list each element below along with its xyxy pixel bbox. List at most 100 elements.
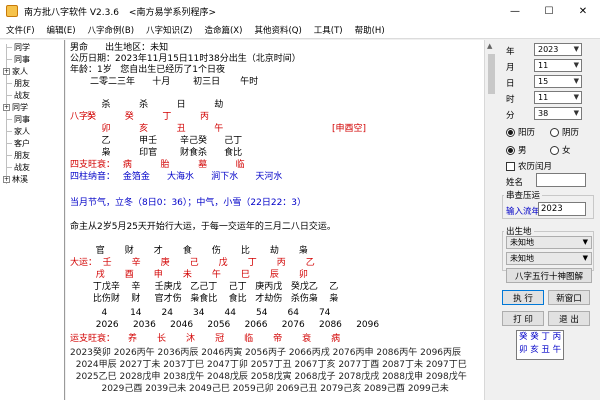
ganzhi-stems: 癸 癸 丁 丙 — [519, 332, 562, 342]
heavenly-stems-line: 癸 癸 丁 丙 — [70, 112, 209, 122]
tree-item-classmates[interactable]: 同学 — [0, 42, 30, 53]
luck-branches-line: 戌 酉 申 未 午 巳 辰 卯 — [70, 270, 308, 280]
contact-tree: 同学 同事 + 家人 朋友 战友 + 同学 同事 家人 客户 朋友 战友 + 林溪 — [0, 40, 65, 400]
tree-item-family[interactable]: + 家人 — [0, 66, 28, 77]
age-line: 年龄：1岁 您自出生已经历了1个日夜 — [70, 65, 226, 75]
expand-icon[interactable]: + — [3, 104, 10, 111]
chevron-down-icon: ▼ — [582, 238, 588, 246]
birthplace-select-2[interactable]: 未知地 ▼ — [506, 252, 592, 265]
flow-year-row: 2025乙巳 2028戊申 2038戊午 2048戊辰 2058戊寅 2068戊… — [70, 372, 467, 382]
prosperity-label: 四支旺衰： — [70, 160, 116, 170]
ten-gods-line: 杀 杀 日 劫 — [70, 100, 224, 110]
month-select[interactable]: 11 ▼ — [534, 59, 582, 72]
luck-age-line: 4 14 24 34 44 54 64 74 — [70, 308, 331, 318]
radio-selected-icon — [506, 127, 515, 137]
tree-item-comrades-2[interactable]: 战友 — [0, 162, 30, 173]
new-window-button[interactable]: 新窗口 — [548, 290, 590, 305]
expand-icon[interactable]: + — [3, 68, 10, 75]
tree-item-classmates-2[interactable]: + 同学 — [0, 102, 28, 113]
name-input[interactable] — [536, 173, 586, 187]
flow-year-row: 2029己酉 2039己未 2049己巳 2059己卯 2069己丑 2079己… — [70, 384, 449, 394]
tree-item-colleagues[interactable]: 同事 — [0, 54, 30, 65]
menu-help[interactable]: 帮助(H) — [349, 24, 391, 36]
lunar-date-line: 二零二三年 十月 初三日 午时 — [70, 77, 259, 87]
menu-edit[interactable]: 编辑(E) — [41, 24, 82, 36]
lunar-calendar-radio[interactable]: 阴历 — [550, 126, 579, 138]
birthplace-select-1[interactable]: 未知地 ▼ — [506, 236, 592, 249]
hour-select[interactable]: 11 ▼ — [534, 91, 582, 104]
solar-date-line: 公历日期：2023年11月15日11时38分出生（北京时间） — [70, 54, 301, 64]
radio-icon — [550, 127, 559, 137]
tree-item-linxi[interactable]: + 林溪 — [0, 174, 28, 185]
radio-selected-icon — [506, 145, 515, 155]
title-bar: 南方批八字软件 V2.3.6 <南方易学系列程序> — ☐ ✕ — [0, 0, 600, 22]
luck-prosperity-label: 运支旺衰： — [70, 334, 116, 344]
menu-tools[interactable]: 工具(T) — [308, 24, 349, 36]
chevron-down-icon: ▼ — [573, 45, 579, 53]
ganzhi-summary: 癸 癸 丁 丙 卯 亥 丑 午 — [516, 330, 564, 360]
expand-icon[interactable]: + — [3, 176, 10, 183]
solar-term-line: 当月节气，立冬（8日0：36）；中气，小雪（22日22：3） — [70, 198, 307, 208]
leap-month-checkbox[interactable]: 农历闰月 — [506, 160, 552, 172]
chart-output[interactable]: 男命 出生地区：未知 公历日期：2023年11月15日11时38分出生（北京时间… — [66, 40, 484, 400]
male-radio[interactable]: 男 — [506, 144, 527, 156]
vertical-scrollbar[interactable]: ▲ — [484, 40, 497, 400]
luck-prosperity-values: 养 长 沐 冠 临 帝 衰 病 — [128, 334, 341, 344]
tree-item-colleagues-2[interactable]: 同事 — [0, 114, 30, 125]
chevron-down-icon: ▼ — [573, 93, 579, 101]
menu-file[interactable]: 文件(F) — [0, 24, 41, 36]
female-radio[interactable]: 女 — [550, 144, 571, 156]
scroll-thumb[interactable] — [488, 54, 495, 94]
menu-bazi-cases[interactable]: 八字命例(B) — [82, 24, 140, 36]
tree-item-friends[interactable]: 朋友 — [0, 78, 30, 89]
hidden-gods-line: 枭 印官 财食杀 食比 — [70, 148, 243, 158]
luck-hidden-stems-line: 丁戊辛 辛 壬庚戊 乙己丁 己丁 庚丙戊 癸戊乙 乙 — [70, 282, 339, 292]
chevron-down-icon: ▼ — [573, 109, 579, 117]
close-button[interactable]: ✕ — [566, 0, 600, 22]
tree-item-friends-2[interactable]: 朋友 — [0, 150, 30, 161]
window-controls: — ☐ ✕ — [498, 0, 600, 22]
prosperity-values: 病 胎 墓 临 — [120, 160, 245, 170]
flow-year-row: 2024甲辰 2027丁未 2037丁巳 2047丁卯 2057丁丑 2067丁… — [70, 360, 467, 370]
month-label: 月 — [506, 63, 515, 73]
exit-button[interactable]: 退 出 — [548, 311, 590, 326]
tree-item-family-2[interactable]: 家人 — [0, 126, 30, 137]
execute-button[interactable]: 执 行 — [502, 290, 544, 305]
earthly-branches-line: 卯 亥 丑 午 — [70, 124, 224, 134]
menu-bazi-knowledge[interactable]: 八字知识(Z) — [140, 24, 198, 36]
tree-item-comrades[interactable]: 战友 — [0, 90, 30, 101]
luck-label: 大运： — [70, 258, 98, 268]
luck-stems-line: 壬 辛 庚 己 戊 丁 丙 乙 — [94, 258, 315, 268]
minimize-button[interactable]: — — [498, 0, 532, 22]
flow-year-label: 输入流年 — [506, 207, 541, 217]
name-label: 姓名 — [506, 178, 524, 188]
nayin-values: 金箔金 大海水 涧下水 天河水 — [120, 172, 283, 182]
app-logo-icon — [6, 5, 18, 17]
radio-icon — [550, 145, 559, 155]
diagram-button[interactable]: 八字五行十神图解 — [506, 268, 592, 283]
day-select[interactable]: 15 ▼ — [534, 75, 582, 88]
checkbox-icon — [506, 161, 515, 171]
minute-label: 分 — [506, 111, 515, 121]
luck-hidden-gods-line: 比伤财 财 官才伤 枭食比 食比 才劫伤 杀伤枭 枭 — [70, 294, 339, 304]
tree-item-clients[interactable]: 客户 — [0, 138, 30, 149]
luck-start-line: 命主从2岁5月25天开始行大运，于每一交运年的三月二八日交运。 — [70, 222, 336, 232]
gender-place-line: 男命 出生地区：未知 — [70, 43, 169, 53]
menu-other-data[interactable]: 其他资料(Q) — [248, 24, 307, 36]
query-group-title: 串查压运 — [504, 189, 543, 201]
year-select[interactable]: 2023 ▼ — [534, 43, 582, 56]
window-subtitle: <南方易学系列程序> — [128, 7, 217, 18]
input-panel: 年 2023 ▼ 月 11 ▼ 日 15 ▼ 时 11 ▼ 分 38 ▼ 阳历 阴历 男 … — [498, 40, 600, 400]
maximize-button[interactable]: ☐ — [532, 0, 566, 22]
scroll-up-arrow-icon[interactable]: ▲ — [487, 42, 492, 50]
minute-select[interactable]: 38 ▼ — [534, 107, 582, 120]
hour-label: 时 — [506, 95, 515, 105]
flow-year-input[interactable]: 2023 — [538, 202, 586, 216]
menu-zaoming[interactable]: 造命篇(X) — [198, 24, 248, 36]
solar-calendar-radio[interactable]: 阳历 — [506, 126, 535, 138]
hidden-stems-line: 乙 甲壬 辛己癸 己丁 — [70, 136, 243, 146]
nayin-label: 四柱纳音： — [70, 172, 116, 182]
day-label: 日 — [506, 79, 515, 89]
app-window: 南方批八字软件 V2.3.6 <南方易学系列程序> — ☐ ✕ 文件(F) 编辑… — [0, 0, 600, 400]
print-button[interactable]: 打 印 — [502, 311, 544, 326]
